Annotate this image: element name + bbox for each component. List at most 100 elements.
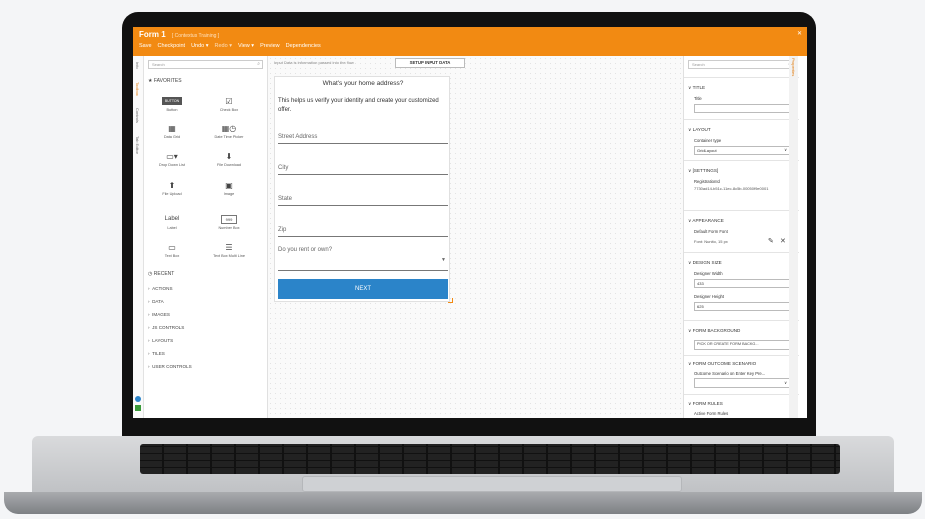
state-field[interactable]: State [278,196,448,206]
tree-data[interactable]: › DATA [148,299,164,304]
menu-save[interactable]: Save [139,43,152,49]
tree-actions[interactable]: › ACTIONS [148,286,173,291]
properties-search-input[interactable]: Search ⌕ [688,60,794,69]
toolbox-search-placeholder: Search [152,62,165,67]
tool-label: File Upload [162,192,182,196]
status-square-icon [135,405,141,411]
upload-icon: ⬆ [168,180,176,190]
divider [684,119,799,120]
outcome-scenario-label: Outcome Scenario on Enter Key Pre... [694,371,766,376]
keyboard [140,444,840,474]
form-subtitle: [ Contextus Training ] [171,33,220,39]
close-icon[interactable]: ✕ [780,237,786,245]
layout-section-header[interactable]: ∨ LAYOUT [688,127,711,133]
tool-text-box[interactable]: ▭ Text Box [152,242,192,259]
recent-header[interactable]: ◷ RECENT [148,271,174,277]
outcome-scenario-select[interactable]: ∨ [694,378,790,388]
divider [684,355,799,356]
section-label: TITLE [692,85,706,90]
section-label: FORM RULES [692,401,723,406]
form-description: This helps us verify your identity and c… [278,98,439,113]
image-icon: ▣ [225,180,233,190]
city-field[interactable]: City [278,165,448,175]
tab-toolbox[interactable]: Toolbox [135,82,140,96]
download-icon: ⬇ [225,151,233,161]
laptop-base [4,436,922,516]
properties-panel: Search ⌕ ∨ TITLE Title ∨ LAYOUT Containe… [683,56,799,418]
toolbox-search-input[interactable]: Search ⌕ [148,60,263,69]
tool-file-upload[interactable]: ⬆ File Upload [152,180,192,197]
appearance-section-header[interactable]: ∨ APPEARANCE [688,218,724,224]
number-glyph: 999 [220,214,238,224]
chevron-down-icon: ∨ [784,147,787,152]
divider [684,394,799,395]
grid-icon: ▦ [168,123,176,133]
tree-tiles[interactable]: › TILES [148,351,165,356]
edit-icon[interactable]: ✎ [768,237,774,245]
tool-drop-down-list[interactable]: ▭▾ Drop Down List [152,151,192,168]
tool-label: Text Box Multi Line [213,254,245,258]
tool-number-box[interactable]: 999 Number Box [209,214,249,230]
tab-editor[interactable]: Tab Editor [135,136,140,154]
rent-or-own-dropdown[interactable]: Do you rent or own? ▼ [278,247,448,271]
favorites-label: FAVORITES [153,78,182,84]
tool-label: Text Box [164,254,180,258]
next-button[interactable]: NEXT [278,279,448,299]
tab-info[interactable]: Info [135,62,140,69]
field-placeholder: State [278,196,293,202]
tool-text-box-multi-line[interactable]: ☰ Text Box Multi Line [209,242,249,259]
tool-file-download[interactable]: ⬇ File Download [209,151,249,168]
tree-images[interactable]: › IMAGES [148,312,170,317]
tree-js-controls[interactable]: › JS CONTROLS [148,325,184,330]
properties-side-tab[interactable]: Properties [791,58,796,76]
resize-handle[interactable] [448,298,453,303]
tree-user-controls[interactable]: › USER CONTROLS [148,364,192,369]
toolbox-panel: Search ⌕ ★ FAVORITES BUTTON Button ☑ Che… [144,56,268,418]
tree-layouts[interactable]: › LAYOUTS [148,338,173,343]
tab-controls[interactable]: Controls [135,108,140,123]
form-background-section-header[interactable]: ∨ FORM BACKGROUND [688,328,740,334]
container-type-select[interactable]: GridLayout ∨ [694,146,790,155]
zip-field[interactable]: Zip [278,227,448,237]
close-icon[interactable]: ✕ [797,30,802,37]
settings-section-header[interactable]: ∨ [SETTINGS] [688,168,718,174]
setup-input-data-button[interactable]: SETUP INPUT DATA [395,58,465,68]
number-box-icon: 999 [209,214,249,224]
outcome-scenario-section-header[interactable]: ∨ FORM OUTCOME SCENARIO [688,361,756,367]
favorites-header[interactable]: ★ FAVORITES [148,78,182,84]
design-canvas[interactable]: Input Data is information passed into th… [268,56,683,418]
tool-check-box[interactable]: ☑ Check Box [209,96,249,113]
form-rules-section-header[interactable]: ∨ FORM RULES [688,401,723,407]
design-size-section-header[interactable]: ∨ DESIGN SIZE [688,260,722,266]
street-address-field[interactable]: Street Address [278,134,448,144]
registration-id-value: 7730ad14-b51c-11ec-8c5b-00050f9e0001 [694,186,769,191]
tool-image[interactable]: ▣ Image [209,180,249,197]
tool-date-time-picker[interactable]: ▦◷ Date Time Picker [209,123,249,140]
menu-view[interactable]: View ▾ [238,43,254,49]
pick-background-button[interactable]: PICK OR CREATE FORM BACKG... [694,340,790,350]
tool-data-grid[interactable]: ▦ Data Grid [152,123,192,140]
menu-preview[interactable]: Preview [260,43,280,49]
designer-height-input[interactable]: 625 [694,302,790,311]
designer-width-input[interactable]: 433 [694,279,790,288]
designer-height-label: Designer Height [694,294,725,299]
section-label: LAYOUT [692,127,711,132]
menu-redo[interactable]: Redo ▾ [215,43,232,49]
designer-width-label: Designer Width [694,271,723,276]
form-title-text: Form 1 [139,30,166,39]
form-preview[interactable]: What's your home address? This helps us … [274,76,450,302]
app-header: Form 1 [ Contextus Training ] Save Check… [133,27,807,56]
title-input[interactable] [694,104,790,113]
form-question: What's your home address? [322,80,404,87]
field-placeholder: Zip [278,227,287,233]
tool-label[interactable]: Label Label [152,214,192,230]
tool-button[interactable]: BUTTON Button [152,96,192,112]
title-section-header[interactable]: ∨ TITLE [688,85,705,91]
tool-label: Drop Down List [159,163,185,167]
menu-checkpoint[interactable]: Checkpoint [158,43,186,49]
menu-undo[interactable]: Undo ▾ [191,43,208,49]
screen: Form 1 [ Contextus Training ] Save Check… [133,27,807,418]
properties-scrollbar[interactable]: Properties [789,56,798,418]
menu-dependencies[interactable]: Dependencies [286,43,321,49]
status-dot-icon [135,396,141,402]
